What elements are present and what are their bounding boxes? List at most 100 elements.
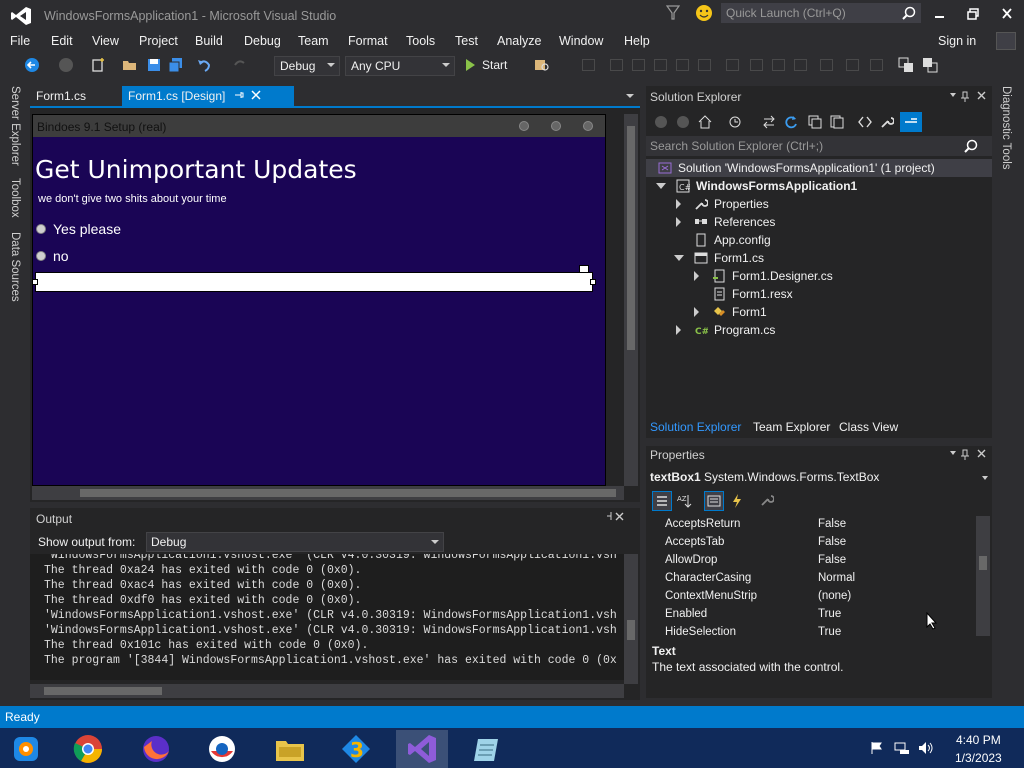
menu-test[interactable]: Test bbox=[455, 34, 478, 48]
align-tops-icon[interactable] bbox=[654, 59, 667, 71]
search-icon[interactable] bbox=[964, 139, 978, 153]
property-pages-icon[interactable] bbox=[760, 493, 774, 507]
solution-configuration-select[interactable]: Debug bbox=[274, 56, 340, 76]
properties-button[interactable] bbox=[704, 491, 724, 511]
menu-file[interactable]: File bbox=[10, 34, 30, 48]
clock-time[interactable]: 4:40 PM bbox=[956, 733, 1001, 747]
collapsed-arrow-icon[interactable] bbox=[694, 307, 699, 317]
redo-icon[interactable] bbox=[232, 57, 248, 73]
close-window-button[interactable] bbox=[996, 4, 1018, 24]
align-rights-icon[interactable] bbox=[632, 59, 645, 71]
menu-view[interactable]: View bbox=[92, 34, 119, 48]
bring-to-front-icon[interactable] bbox=[898, 57, 914, 73]
tree-item-app-config[interactable]: App.config bbox=[646, 231, 992, 249]
menu-edit[interactable]: Edit bbox=[51, 34, 73, 48]
taskbar-obama-app[interactable] bbox=[196, 730, 248, 768]
collapse-all-icon[interactable] bbox=[808, 115, 822, 129]
menu-analyze[interactable]: Analyze bbox=[497, 34, 541, 48]
scrollbar-thumb[interactable] bbox=[627, 126, 635, 350]
output-text-area[interactable]: 'WindowsFormsApplication1.vshost.exe' (C… bbox=[30, 554, 624, 680]
sign-in-link[interactable]: Sign in bbox=[938, 34, 976, 48]
tab-solution-explorer[interactable]: Solution Explorer bbox=[650, 420, 741, 434]
menu-team[interactable]: Team bbox=[298, 34, 329, 48]
pending-changes-filter-icon[interactable] bbox=[728, 115, 742, 129]
align-centers-icon[interactable] bbox=[610, 59, 623, 71]
feedback-smiley-icon[interactable] bbox=[695, 4, 713, 22]
designer-horizontal-scrollbar[interactable] bbox=[32, 486, 624, 500]
property-row[interactable]: ContextMenuStrip (none) bbox=[652, 588, 978, 606]
minimize-button[interactable] bbox=[928, 4, 950, 24]
action-center-flag-icon[interactable] bbox=[870, 741, 884, 755]
horizontal-spacing-icon[interactable] bbox=[750, 59, 763, 71]
taskbar-file-explorer[interactable] bbox=[264, 730, 316, 768]
taskbar-notepad[interactable] bbox=[462, 730, 514, 768]
menu-tools[interactable]: Tools bbox=[406, 34, 435, 48]
property-row[interactable]: AcceptsTab False bbox=[652, 534, 978, 552]
menu-project[interactable]: Project bbox=[139, 34, 178, 48]
tab-class-view[interactable]: Class View bbox=[839, 420, 898, 434]
pin-tab-icon[interactable] bbox=[234, 90, 244, 100]
save-icon[interactable] bbox=[146, 57, 162, 73]
server-explorer-tab[interactable]: Server Explorer bbox=[9, 86, 21, 166]
preview-selected-items-button[interactable] bbox=[900, 112, 922, 132]
home-icon[interactable] bbox=[698, 115, 712, 129]
output-vertical-scrollbar[interactable] bbox=[624, 554, 638, 684]
scrollbar-thumb[interactable] bbox=[979, 556, 987, 570]
menu-build[interactable]: Build bbox=[195, 34, 223, 48]
toolbox-tab[interactable]: Toolbox bbox=[9, 178, 21, 218]
view-code-icon[interactable] bbox=[858, 115, 872, 129]
tree-item-form1-class[interactable]: Form1 bbox=[646, 303, 992, 321]
output-window-controls-icon[interactable] bbox=[606, 510, 636, 524]
designer-vertical-scrollbar[interactable] bbox=[624, 114, 638, 486]
tree-item-program-cs[interactable]: C# Program.cs bbox=[646, 321, 992, 339]
property-row[interactable]: AcceptsReturn False bbox=[652, 516, 978, 534]
collapsed-arrow-icon[interactable] bbox=[694, 271, 699, 281]
center-vertically-icon[interactable] bbox=[870, 59, 883, 71]
textbox1[interactable] bbox=[35, 272, 593, 292]
refresh-icon[interactable] bbox=[784, 115, 798, 129]
diagnostic-tools-tab[interactable]: Diagnostic Tools bbox=[1000, 86, 1012, 170]
menu-help[interactable]: Help bbox=[624, 34, 650, 48]
navigate-forward-icon[interactable] bbox=[58, 57, 74, 73]
property-value[interactable]: (none) bbox=[818, 590, 851, 602]
tree-item-form1-cs[interactable]: Form1.cs bbox=[646, 249, 992, 267]
scrollbar-thumb[interactable] bbox=[44, 687, 162, 695]
restore-button[interactable] bbox=[962, 4, 984, 24]
property-value[interactable]: False bbox=[818, 536, 846, 548]
save-all-icon[interactable] bbox=[168, 57, 184, 73]
undo-icon[interactable] bbox=[196, 57, 212, 73]
menu-format[interactable]: Format bbox=[348, 34, 388, 48]
vertical-spacing-icon[interactable] bbox=[820, 59, 833, 71]
property-row[interactable]: AllowDrop False bbox=[652, 552, 978, 570]
taskbar-visual-studio[interactable] bbox=[396, 730, 448, 768]
decrease-horizontal-spacing-icon[interactable] bbox=[794, 59, 807, 71]
collapsed-arrow-icon[interactable] bbox=[676, 217, 681, 227]
properties-controls-icon[interactable] bbox=[948, 447, 990, 461]
property-row[interactable]: CharacterCasing Normal bbox=[652, 570, 978, 588]
notifications-filter-icon[interactable] bbox=[666, 5, 680, 21]
solution-explorer-controls-icon[interactable] bbox=[948, 89, 990, 103]
send-to-back-icon[interactable] bbox=[922, 57, 938, 73]
property-value[interactable]: True bbox=[818, 608, 841, 620]
network-icon[interactable] bbox=[894, 741, 910, 755]
property-value[interactable]: Normal bbox=[818, 572, 855, 584]
new-project-icon[interactable] bbox=[90, 57, 106, 73]
search-icon[interactable] bbox=[902, 6, 916, 20]
collapsed-arrow-icon[interactable] bbox=[676, 325, 681, 335]
expanded-arrow-icon[interactable] bbox=[656, 183, 666, 189]
solution-explorer-search-input[interactable]: Search Solution Explorer (Ctrl+;) bbox=[646, 136, 992, 156]
taskbar-chrome[interactable] bbox=[62, 730, 114, 768]
close-tab-icon[interactable] bbox=[250, 89, 262, 101]
resize-handle-left[interactable] bbox=[32, 279, 38, 285]
tree-item-solution[interactable]: Solution 'WindowsFormsApplication1' (1 p… bbox=[646, 159, 992, 177]
document-list-dropdown-icon[interactable] bbox=[626, 94, 634, 98]
tree-item-form1-resx[interactable]: Form1.resx bbox=[646, 285, 992, 303]
expanded-arrow-icon[interactable] bbox=[674, 255, 684, 261]
tree-item-project[interactable]: C# WindowsFormsApplication1 bbox=[646, 177, 992, 195]
properties-object-select[interactable]: textBox1 System.Windows.Forms.TextBox bbox=[650, 470, 879, 484]
property-value[interactable]: False bbox=[818, 518, 846, 530]
resize-handle-right[interactable] bbox=[590, 279, 596, 285]
tree-item-properties[interactable]: Properties bbox=[646, 195, 992, 213]
chevron-down-icon[interactable] bbox=[982, 476, 988, 480]
solution-platform-select[interactable]: Any CPU bbox=[345, 56, 455, 76]
